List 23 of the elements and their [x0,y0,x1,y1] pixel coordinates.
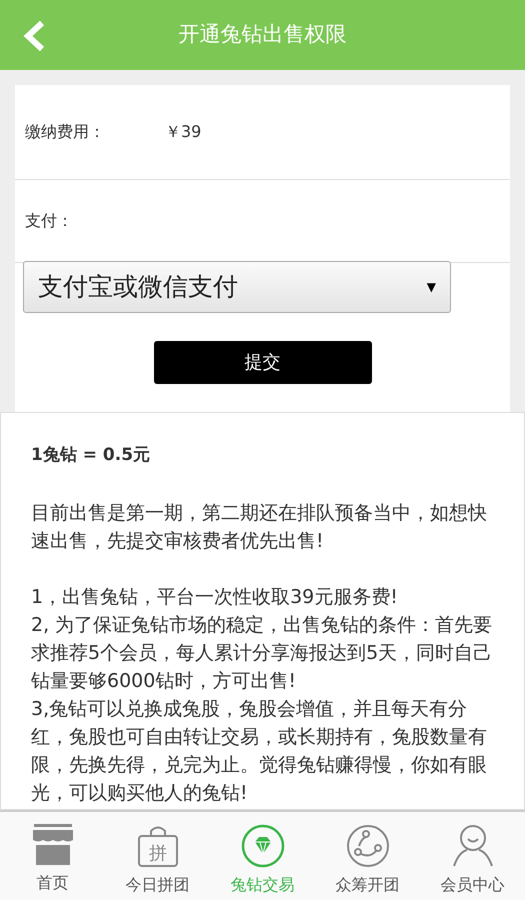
fee-value: ￥39 [165,121,202,143]
payment-select[interactable]: 支付宝或微信支付 ▼ [23,261,451,313]
nav-tab[interactable]: 拼 今日拼团 [105,812,210,900]
page-title: 开通兔钻出售权限 [178,21,346,48]
dropdown-caret-icon: ▼ [426,278,436,296]
nav-tab[interactable]: 众筹开团 [315,812,420,900]
share-circle-icon [346,824,390,868]
tab-label: 今日拼团 [126,874,190,896]
tab-label: 首页 [36,872,68,894]
fee-label: 缴纳费用： [25,121,106,143]
payment-label: 支付： [25,210,73,232]
nav-tab[interactable]: 会员中心 [420,812,525,900]
tab-label: 兔钻交易 [230,874,294,896]
tab-label: 会员中心 [440,874,504,896]
rate-text: 1兔钻 = 0.5元 [31,444,152,467]
select-value: 支付宝或微信支付 [38,271,238,304]
submit-button[interactable]: 提交 [154,341,372,384]
storefront-icon [30,824,74,866]
nav-tab[interactable]: 首页 [0,812,105,900]
tab-label: 众筹开团 [336,874,400,896]
user-icon [450,824,494,868]
paragraph: 目前出售是第一期，第二期还在排队预备当中，如想快速出售，先提交审核费者优先出售! [31,500,488,554]
paragraph: 1，出售兔钻，平台一次性收取39元服务费! 2, 为了保证兔钻市场的稳定，出售兔钻的条件：首先要求推荐5个会员，每人累计分享海报达到5天，同时自己钻量要够6000钻时，方可出售! 3,兔钻可以兑换成兔股，兔股会增值，并且每天有分红，兔股也可自由转让交易，或长期持有，兔股数量有限，先换先得，兑完为止。觉得兔钻赚得慢，你如有眼光，可以购买他人的兔钻! [31,584,494,806]
